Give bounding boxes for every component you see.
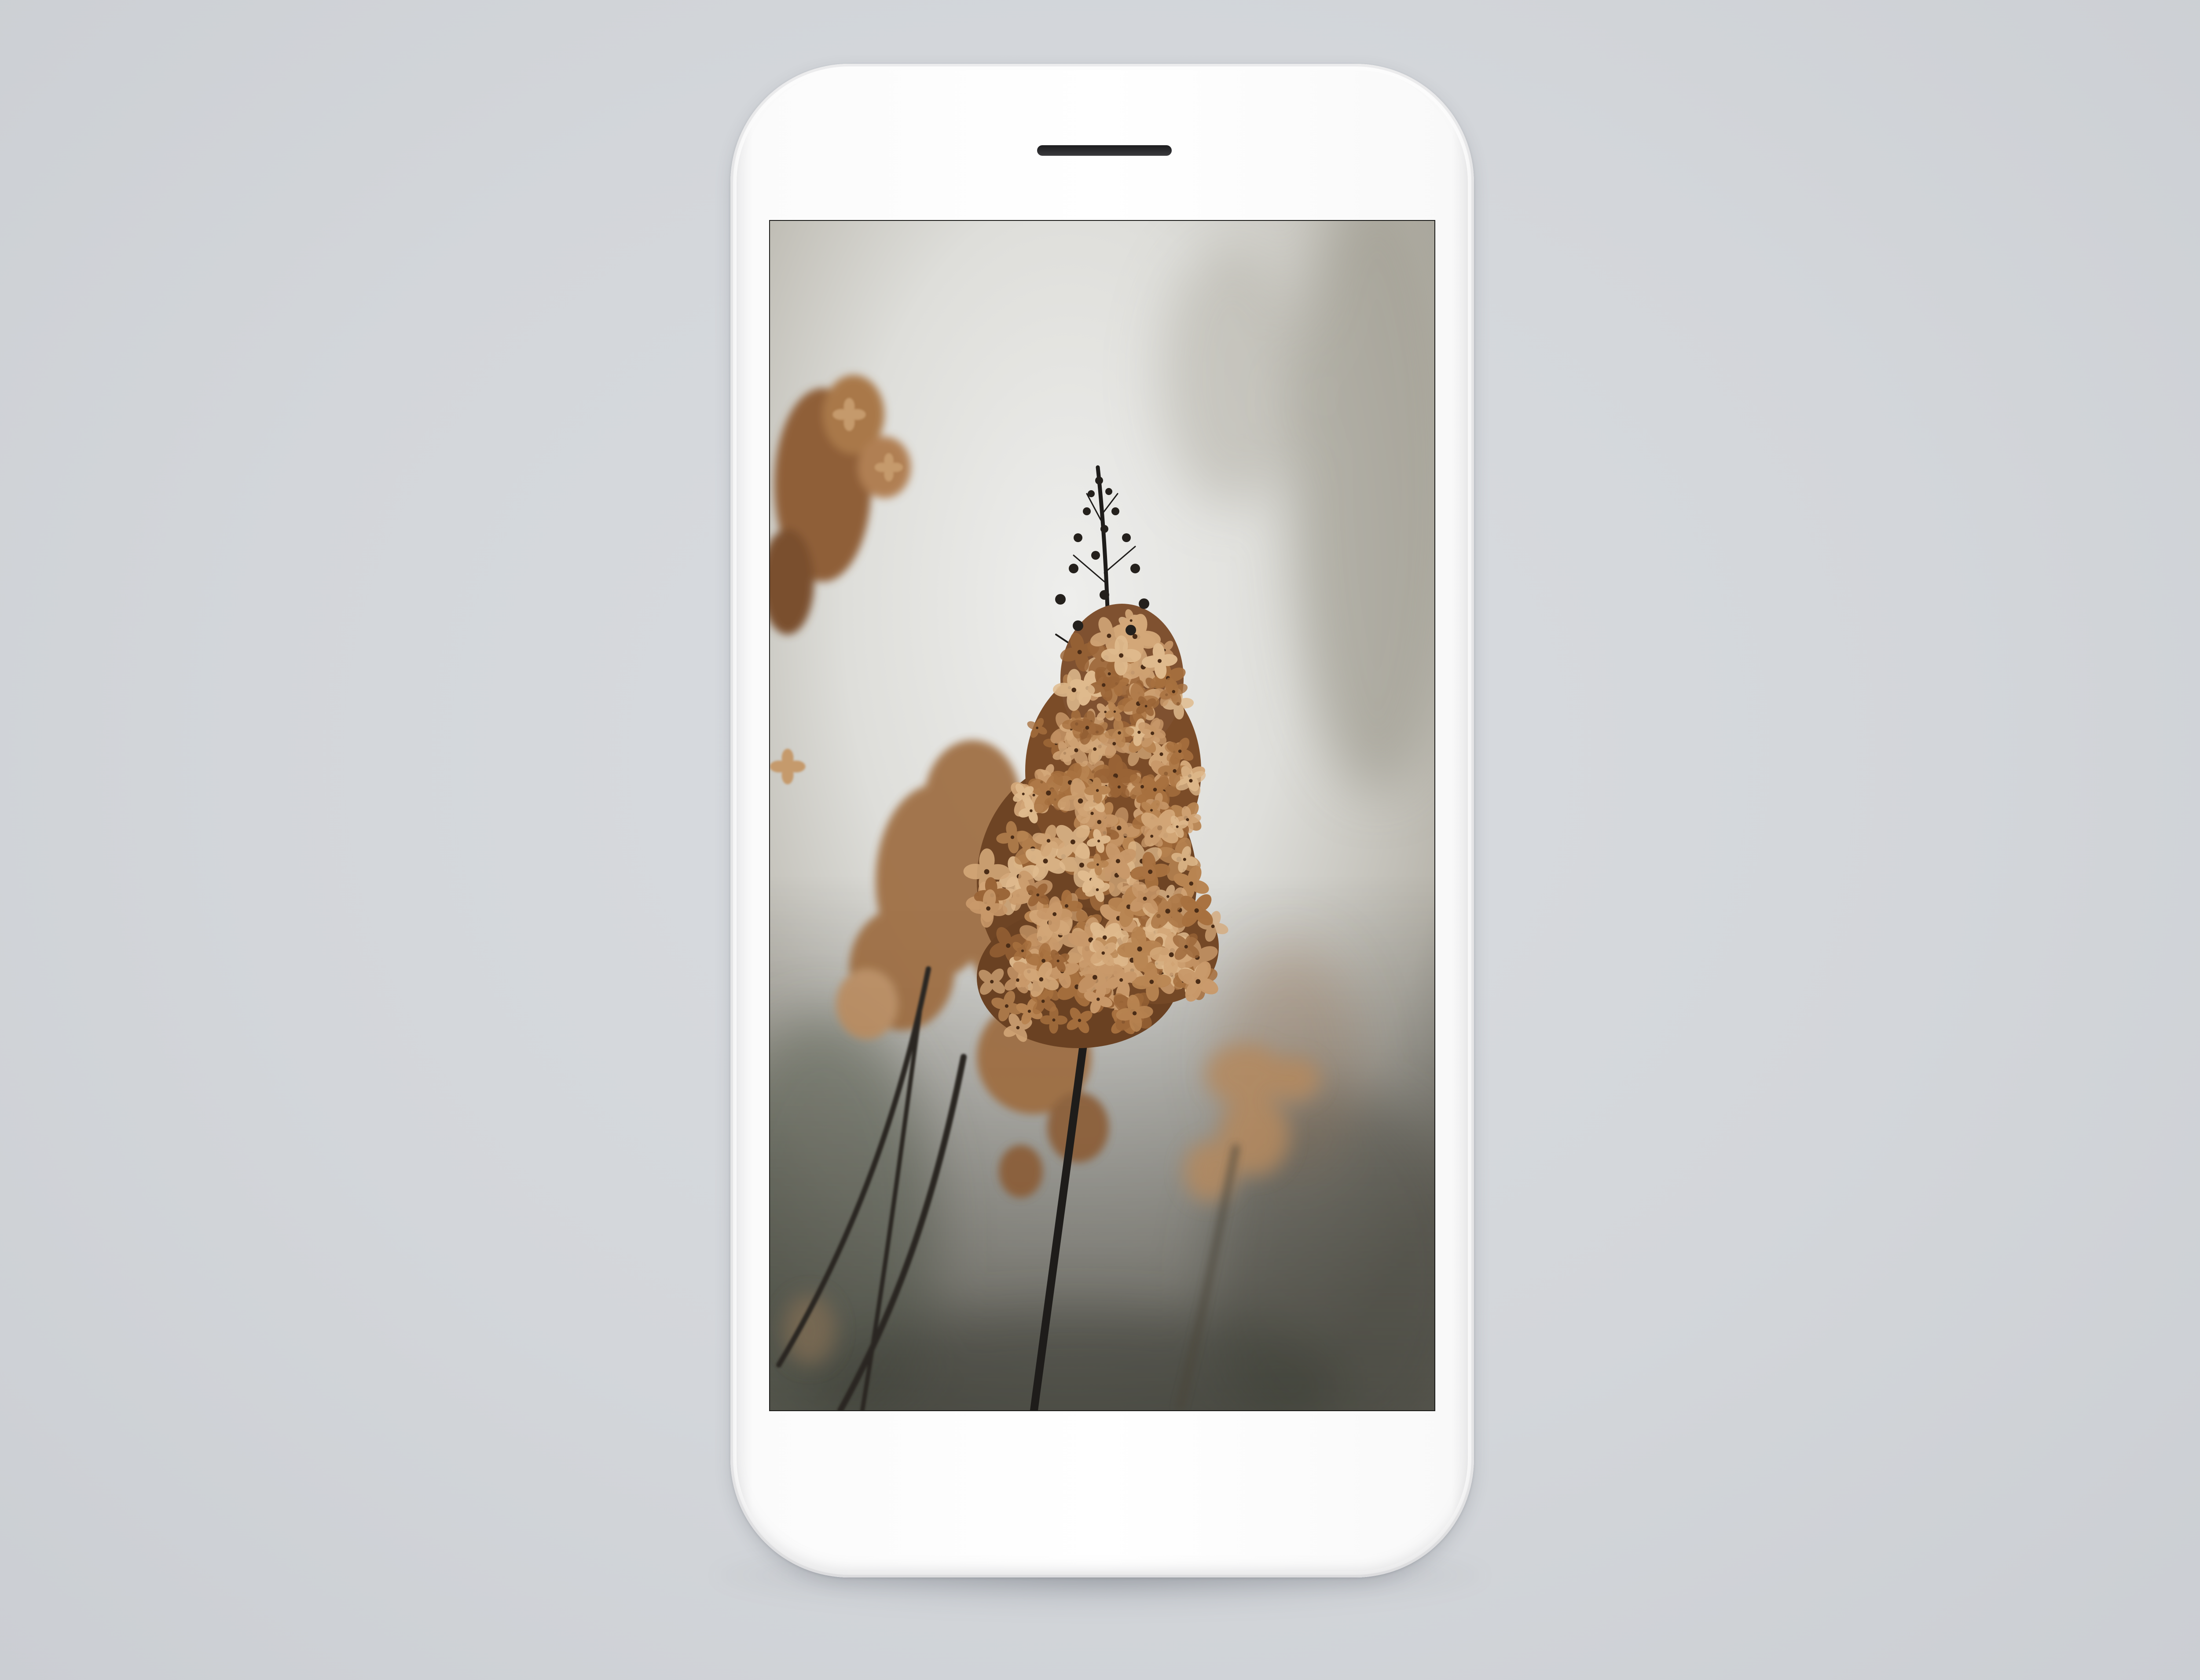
floret-center <box>1211 924 1215 928</box>
floret-center <box>1027 1009 1031 1013</box>
floret-center <box>1036 726 1038 729</box>
floret-center <box>1052 1018 1056 1022</box>
floret-center <box>1150 809 1153 812</box>
floret-center <box>1119 653 1124 658</box>
floret-center <box>1085 726 1089 730</box>
floret-center <box>1115 859 1120 863</box>
wallpaper-photo <box>770 221 1434 1410</box>
floret-center <box>1101 951 1105 955</box>
floret-center <box>1016 1026 1020 1030</box>
floret-center <box>1032 793 1035 796</box>
floret-center <box>1078 1019 1082 1022</box>
floret-center <box>1074 748 1078 752</box>
phone-screen <box>770 221 1434 1410</box>
floret-center <box>1079 862 1084 868</box>
floret-center <box>1148 869 1153 874</box>
floret-center <box>1129 619 1133 622</box>
floret-center <box>1078 798 1083 804</box>
floret-center <box>1189 779 1193 783</box>
floret-center <box>1194 908 1199 913</box>
floret-center <box>1046 790 1051 796</box>
floret-center <box>1046 839 1051 843</box>
floret-center <box>1117 785 1121 789</box>
floret-center <box>1165 909 1170 914</box>
floret-center <box>1043 858 1048 864</box>
floret-center <box>1097 840 1100 843</box>
floret-center <box>1041 999 1045 1003</box>
floret-center <box>1064 904 1069 908</box>
floret-center <box>1178 749 1182 753</box>
product-mockup-scene <box>0 0 2200 1680</box>
floret-center <box>1107 634 1111 638</box>
floret-center <box>1039 977 1044 982</box>
floret-center <box>1113 710 1116 713</box>
floret-center <box>1118 731 1121 735</box>
floret-center <box>1176 825 1179 828</box>
floret-center <box>1150 834 1154 838</box>
floret-center <box>1166 895 1170 898</box>
speaker-grille-icon <box>1037 145 1172 156</box>
floret-center <box>1096 888 1099 891</box>
floret-center <box>1112 742 1116 746</box>
floret-center <box>1153 788 1157 792</box>
floret-center <box>1102 683 1106 687</box>
floret-center <box>1090 811 1094 815</box>
floret-center <box>1056 959 1060 962</box>
floret-center <box>1140 785 1144 789</box>
floret-center <box>1119 978 1123 982</box>
floret-center <box>1117 825 1122 830</box>
floret-center <box>1005 1004 1008 1008</box>
floret-center <box>1169 952 1174 957</box>
floret-center <box>1096 998 1100 1001</box>
floret-center <box>1096 863 1099 866</box>
floret-center <box>1137 946 1142 952</box>
floret-center <box>1077 649 1082 654</box>
floret-center <box>1132 1011 1137 1016</box>
floret-center <box>1151 731 1155 735</box>
floret-center <box>1006 943 1011 948</box>
floret-center <box>1195 979 1201 984</box>
floret-center <box>1183 858 1186 861</box>
floret-center <box>1016 978 1019 982</box>
floret-center <box>1107 672 1111 675</box>
floret-center <box>1010 835 1015 839</box>
floret-center <box>1137 730 1141 734</box>
floret-center <box>1143 896 1147 901</box>
floret-center <box>1030 809 1033 812</box>
floret-center <box>1159 752 1163 756</box>
floret-center <box>1158 659 1162 663</box>
floret-center <box>1189 881 1194 886</box>
floret-center <box>1149 979 1154 984</box>
floret-center <box>1070 839 1075 844</box>
floret-center <box>1144 704 1148 708</box>
floret-center <box>1093 747 1097 751</box>
floret-center <box>984 869 990 874</box>
floret-center <box>1096 789 1099 792</box>
floret-center <box>1052 912 1057 916</box>
floret-center <box>1041 959 1046 963</box>
floret-center <box>1021 949 1024 952</box>
floret-center <box>986 906 990 911</box>
floret-center <box>1097 820 1102 824</box>
floret-center <box>1173 769 1177 773</box>
floret-center <box>1036 893 1040 897</box>
floret-center <box>1172 690 1175 693</box>
floret-center <box>1184 945 1188 949</box>
floret-center <box>1093 975 1097 980</box>
floret-center <box>1022 792 1025 796</box>
floret-center <box>1071 687 1076 693</box>
floret-center <box>990 979 994 984</box>
